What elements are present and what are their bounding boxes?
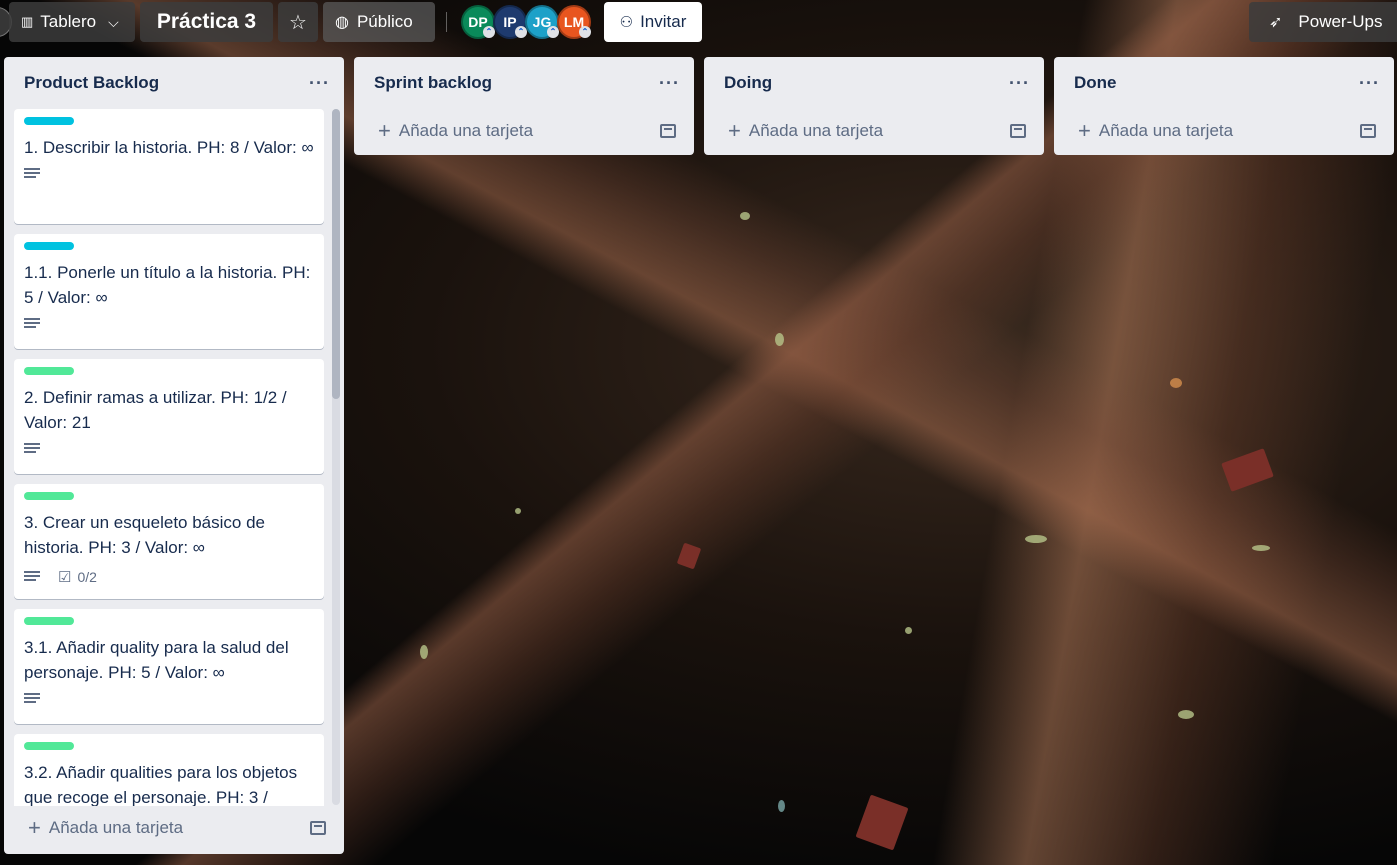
list-header: Sprint backlog ··· bbox=[354, 57, 694, 109]
star-icon: ☆ bbox=[289, 11, 307, 34]
board-view-label: Tablero bbox=[40, 12, 97, 31]
list-doing: Doing ··· + Añada una tarjeta bbox=[704, 57, 1044, 155]
description-icon bbox=[24, 168, 40, 180]
plus-icon: + bbox=[728, 118, 741, 143]
rocket-icon: ➶ bbox=[1269, 14, 1283, 31]
card-title: 3.2. Añadir qualities para los objetos q… bbox=[24, 763, 298, 806]
card[interactable]: 3. Crear un esqueleto básico de historia… bbox=[14, 484, 324, 599]
card-title: 1.1. Ponerle un título a la historia. PH… bbox=[24, 263, 311, 307]
plus-icon: + bbox=[28, 815, 41, 840]
card[interactable]: 1. Describir la historia. PH: 8 / Valor:… bbox=[14, 109, 324, 224]
board-title-text: Práctica 3 bbox=[156, 10, 257, 33]
plus-icon: + bbox=[378, 118, 391, 143]
template-icon[interactable] bbox=[1010, 124, 1026, 138]
template-icon[interactable] bbox=[660, 124, 676, 138]
card[interactable]: 3.1. Añadir quality para la salud del pe… bbox=[14, 609, 324, 724]
checklist-count: 0/2 bbox=[77, 569, 97, 585]
checklist-badge: ☑ 0/2 bbox=[58, 568, 97, 586]
card-label[interactable] bbox=[24, 242, 74, 250]
globe-icon: ◍ bbox=[335, 14, 349, 31]
card-badges bbox=[24, 168, 314, 180]
card-label[interactable] bbox=[24, 492, 74, 500]
card-title: 2. Definir ramas a utilizar. PH: 1/2 / V… bbox=[24, 388, 287, 432]
add-card-label: Añada una tarjeta bbox=[748, 121, 884, 140]
list-menu-icon[interactable]: ··· bbox=[1009, 73, 1030, 94]
card[interactable]: 2. Definir ramas a utilizar. PH: 1/2 / V… bbox=[14, 359, 324, 474]
card-badges: ☑ 0/2 bbox=[24, 568, 314, 586]
card-label[interactable] bbox=[24, 617, 74, 625]
card-list: 1. Describir la historia. PH: 8 / Valor:… bbox=[4, 109, 344, 806]
card-badges bbox=[24, 443, 314, 455]
add-card-left: + Añada una tarjeta bbox=[1078, 120, 1233, 142]
avatar[interactable]: JG ⌃ bbox=[525, 5, 559, 39]
board-title[interactable]: Práctica 3 bbox=[140, 2, 273, 42]
avatar-initials: IP bbox=[503, 14, 517, 30]
list-title[interactable]: Done bbox=[1074, 73, 1117, 93]
list-done: Done ··· + Añada una tarjeta bbox=[1054, 57, 1394, 155]
list-menu-icon[interactable]: ··· bbox=[1359, 73, 1380, 94]
card-badges bbox=[24, 693, 314, 705]
powerups-label: Power-Ups bbox=[1298, 12, 1383, 31]
list-menu-icon[interactable]: ··· bbox=[309, 73, 330, 94]
list-product-backlog: Product Backlog ··· 1. Describir la hist… bbox=[4, 57, 344, 854]
add-card-button[interactable]: + Añada una tarjeta bbox=[704, 109, 1044, 153]
description-icon bbox=[24, 443, 40, 455]
visibility-button[interactable]: ◍ Público bbox=[323, 2, 435, 42]
card-title: 3.1. Añadir quality para la salud del pe… bbox=[24, 638, 289, 682]
list-header: Done ··· bbox=[1054, 57, 1394, 109]
add-card-label: Añada una tarjeta bbox=[398, 121, 534, 140]
description-icon bbox=[24, 693, 40, 705]
avatar[interactable]: LM ⌃ bbox=[557, 5, 591, 39]
description-icon bbox=[24, 318, 40, 330]
add-card-button[interactable]: + Añada una tarjeta bbox=[4, 806, 344, 850]
visibility-label: Público bbox=[356, 12, 413, 31]
add-user-icon: ⚇ bbox=[619, 14, 634, 31]
header-divider bbox=[446, 12, 447, 32]
powerups-button[interactable]: ➶ Power-Ups bbox=[1249, 2, 1397, 42]
admin-chevron-icon: ⌃ bbox=[579, 26, 591, 38]
list-menu-icon[interactable]: ··· bbox=[659, 73, 680, 94]
list-header: Product Backlog ··· bbox=[4, 57, 344, 109]
card-label[interactable] bbox=[24, 742, 74, 750]
avatar[interactable]: IP ⌃ bbox=[493, 5, 527, 39]
board-header: ▥ Tablero ⌵ Práctica 3 ☆ ◍ Público DP ⌃ … bbox=[0, 0, 1397, 44]
add-card-button[interactable]: + Añada una tarjeta bbox=[354, 109, 694, 153]
template-icon[interactable] bbox=[1360, 124, 1376, 138]
list-header: Doing ··· bbox=[704, 57, 1044, 109]
scrollbar-thumb[interactable] bbox=[332, 109, 340, 399]
description-icon bbox=[24, 571, 40, 583]
add-card-label: Añada una tarjeta bbox=[48, 818, 184, 837]
add-card-left: + Añada una tarjeta bbox=[378, 120, 533, 142]
list-title[interactable]: Sprint backlog bbox=[374, 73, 492, 93]
add-card-button[interactable]: + Añada una tarjeta bbox=[1054, 109, 1394, 153]
add-card-left: + Añada una tarjeta bbox=[728, 120, 883, 142]
card[interactable]: 1.1. Ponerle un título a la historia. PH… bbox=[14, 234, 324, 349]
add-card-label: Añada una tarjeta bbox=[1098, 121, 1234, 140]
member-avatars: DP ⌃ IP ⌃ JG ⌃ LM ⌃ bbox=[461, 5, 591, 39]
board-view-switcher[interactable]: ▥ Tablero ⌵ bbox=[9, 2, 135, 42]
card-title: 1. Describir la historia. PH: 8 / Valor:… bbox=[24, 138, 314, 157]
avatar[interactable]: DP ⌃ bbox=[461, 5, 495, 39]
board-icon: ▥ bbox=[21, 14, 33, 29]
list-sprint-backlog: Sprint backlog ··· + Añada una tarjeta bbox=[354, 57, 694, 155]
template-icon[interactable] bbox=[310, 821, 326, 835]
card-label[interactable] bbox=[24, 117, 74, 125]
list-scrollbar[interactable] bbox=[332, 109, 340, 805]
card-badges bbox=[24, 318, 314, 330]
star-button[interactable]: ☆ bbox=[278, 2, 318, 42]
list-title[interactable]: Product Backlog bbox=[24, 73, 159, 93]
add-card-left: + Añada una tarjeta bbox=[28, 817, 183, 839]
card-title: 3. Crear un esqueleto básico de historia… bbox=[24, 513, 265, 557]
list-title[interactable]: Doing bbox=[724, 73, 772, 93]
chevron-down-icon: ⌵ bbox=[108, 13, 119, 30]
card[interactable]: 3.2. Añadir qualities para los objetos q… bbox=[14, 734, 324, 806]
invite-label: Invitar bbox=[640, 12, 687, 31]
checkbox-icon: ☑ bbox=[58, 569, 72, 586]
invite-button[interactable]: ⚇ Invitar bbox=[604, 2, 702, 42]
plus-icon: + bbox=[1078, 118, 1091, 143]
card-label[interactable] bbox=[24, 367, 74, 375]
